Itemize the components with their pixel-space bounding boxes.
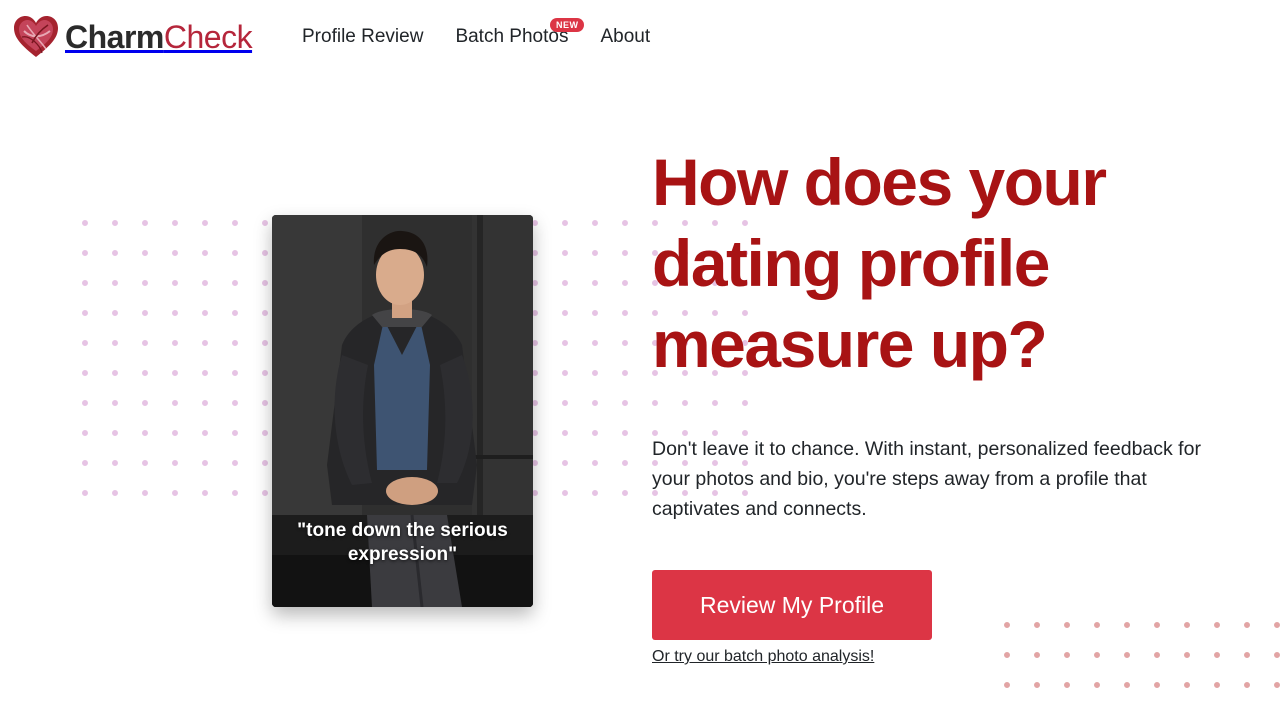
batch-photo-analysis-link[interactable]: Or try our batch photo analysis! — [652, 647, 874, 667]
brand-name-part2: Check — [163, 19, 253, 55]
review-my-profile-button[interactable]: Review My Profile — [652, 570, 932, 640]
photo-feedback-caption: "tone down the serious expression" — [297, 520, 508, 565]
example-profile-photo: "tone down the serious expression" — [272, 215, 533, 607]
nav-link-profile-review[interactable]: Profile Review — [302, 25, 423, 49]
brand-name-part1: Charm — [65, 19, 164, 55]
nav-link-about[interactable]: About — [600, 25, 650, 49]
top-navbar: CharmCheck Profile Review Batch Photos NE… — [0, 0, 1280, 76]
heart-logo-icon — [14, 16, 58, 57]
hero-subtitle: Don't leave it to chance. With instant, … — [652, 438, 1201, 520]
brand-logo-link[interactable]: CharmCheck — [12, 12, 253, 62]
hero-title: How does your dating profile measure up? — [652, 145, 1107, 381]
new-badge: NEW — [549, 18, 585, 32]
brand-name: CharmCheck — [65, 19, 253, 55]
nav-link-batch-photos[interactable]: Batch Photos NEW — [455, 18, 585, 49]
decorative-dot-grid-red — [992, 610, 1280, 690]
nav-links: Profile Review Batch Photos NEW About — [302, 18, 650, 49]
